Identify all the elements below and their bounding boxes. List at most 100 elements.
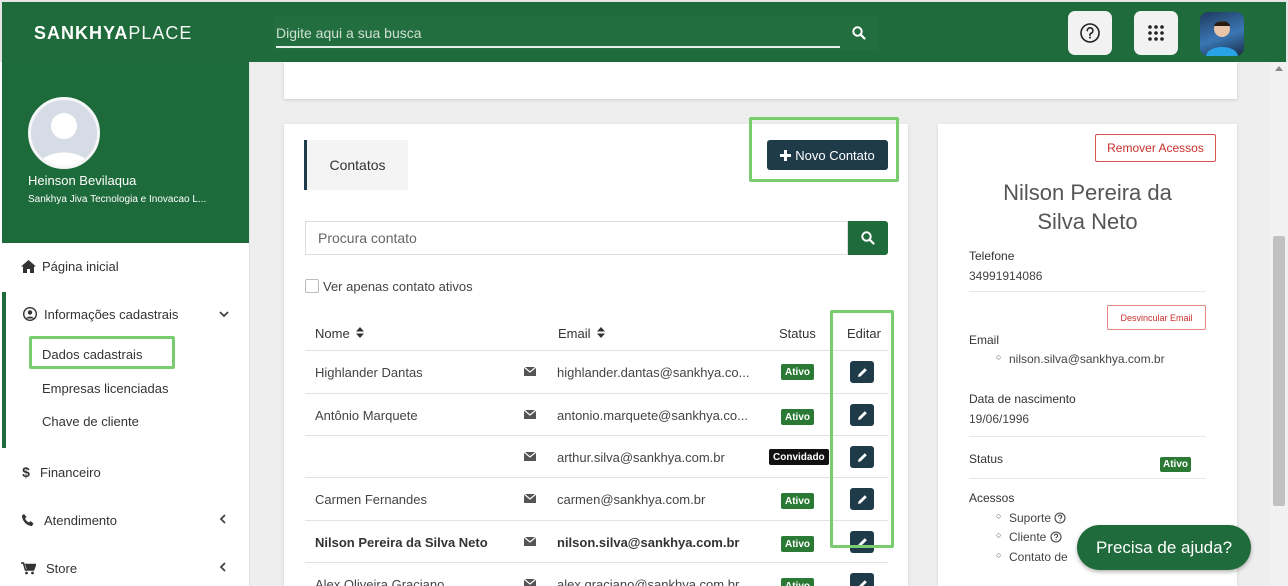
sidebar-item-label: Informações cadastrais [44, 306, 179, 322]
sidebar: Heinson Bevilaqua Sankhya Jiva Tecnologi… [0, 62, 250, 586]
global-search [274, 16, 878, 50]
sort-icon [356, 327, 365, 338]
birth-value: 19/06/1996 [969, 412, 1030, 426]
question-circle-icon[interactable] [1054, 512, 1066, 524]
cart-icon [20, 560, 36, 576]
home-icon [20, 258, 36, 274]
access-item-label: Contato de [1009, 550, 1068, 564]
submenu-empresas-licenciadas[interactable]: Empresas licenciadas [42, 381, 168, 396]
chevron-left-icon [219, 513, 226, 527]
edit-button[interactable] [850, 573, 874, 586]
status-badge: Ativo [781, 409, 814, 425]
status-badge: Ativo [781, 578, 814, 586]
table-row[interactable]: Alex Oliveira Graciano alex.graciano@san… [305, 562, 888, 586]
active-only-checkbox[interactable] [305, 279, 319, 293]
contact-name: Carmen Fernandes [315, 492, 427, 507]
remove-access-button[interactable]: Remover Acessos [1095, 134, 1216, 162]
dollar-icon: $ [22, 464, 30, 480]
contact-search-button[interactable] [848, 221, 888, 255]
tab-contatos[interactable]: Contatos [304, 140, 408, 190]
page-scrollbar[interactable] [1270, 62, 1288, 586]
status-badge: Ativo [1160, 457, 1191, 472]
profile-panel: Heinson Bevilaqua Sankhya Jiva Tecnologi… [2, 62, 249, 243]
status-badge: Ativo [781, 493, 814, 509]
profile-company: Sankhya Jiva Tecnologia e Inovacao L... [28, 194, 207, 205]
status-badge: Convidado [769, 449, 829, 465]
sidebar-item-label: Financeiro [40, 464, 101, 480]
phone-icon [20, 512, 36, 528]
status-label: Status [969, 452, 1004, 466]
sidebar-item-informacoes[interactable]: Informações cadastrais [0, 294, 249, 334]
contact-name: Highlander Dantas [315, 365, 423, 380]
column-email-label: Email [558, 326, 591, 341]
sidebar-item-label: Atendimento [44, 512, 117, 528]
info-card [284, 62, 1237, 99]
search-icon [861, 231, 875, 245]
scrollbar-thumb[interactable] [1273, 236, 1285, 506]
email-label: Email [969, 333, 1000, 347]
status-badge: Ativo [781, 536, 814, 552]
user-circle-icon [22, 306, 38, 322]
phone-label: Telefone [969, 249, 1015, 263]
table-row[interactable]: Carmen Fernandes carmen@sankhya.com.br A… [305, 477, 888, 519]
global-search-input[interactable] [276, 20, 840, 48]
access-item: Suporte [996, 511, 1066, 525]
sidebar-item-home[interactable]: Página inicial [0, 246, 249, 286]
access-label: Acessos [969, 491, 1015, 505]
search-icon[interactable] [844, 20, 874, 46]
help-circle-icon[interactable] [1068, 11, 1112, 55]
contact-search-input[interactable]: Procura contato [305, 221, 848, 255]
divider [969, 478, 1206, 479]
sidebar-item-atendimento[interactable]: Atendimento [0, 500, 249, 540]
contact-email: alex.graciano@sankhya.com.br [557, 577, 740, 586]
sidebar-item-label: Página inicial [42, 258, 119, 274]
email-value: nilson.silva@sankhya.com.br [996, 352, 1165, 366]
envelope-icon [523, 409, 537, 419]
status-badge: Ativo [781, 364, 814, 380]
contact-name: Antônio Marquete [315, 408, 418, 423]
access-item-label: Suporte [1009, 511, 1052, 525]
sort-icon [597, 327, 606, 338]
contact-email: arthur.silva@sankhya.com.br [557, 450, 725, 465]
detail-name-line: Nilson Pereira da [1003, 180, 1172, 205]
divider [969, 291, 1206, 292]
envelope-icon [523, 451, 537, 461]
table-row[interactable]: Antônio Marquete antonio.marquete@sankhy… [305, 393, 888, 435]
chevron-down-icon [219, 307, 229, 321]
question-circle-icon[interactable] [1050, 531, 1062, 543]
table-row[interactable]: arthur.silva@sankhya.com.br Convidado [305, 435, 888, 477]
birth-label: Data de nascimento [969, 392, 1076, 406]
envelope-icon [523, 493, 537, 503]
scroll-up-arrow-icon[interactable] [1275, 66, 1283, 71]
highlight-box [29, 336, 175, 369]
table-row[interactable]: Highlander Dantas highlander.dantas@sank… [305, 350, 888, 392]
highlight-box [830, 310, 894, 548]
contact-name: Alex Oliveira Graciano [315, 577, 445, 586]
apps-grid-icon[interactable] [1134, 11, 1178, 55]
sankhya-place-logo[interactable]: SANKHYAPLACE [34, 23, 192, 44]
user-avatar[interactable] [1200, 12, 1244, 56]
column-header-status: Status [779, 326, 816, 341]
sidebar-item-store[interactable]: Store [0, 548, 249, 586]
profile-name: Heinson Bevilaqua [28, 173, 137, 188]
envelope-icon [523, 366, 537, 376]
sidebar-item-financeiro[interactable]: $ Financeiro [0, 452, 249, 492]
access-item: Contato de [996, 550, 1068, 564]
envelope-icon [523, 536, 537, 546]
access-item: Cliente [996, 530, 1062, 544]
unlink-email-button[interactable]: Desvincular Email [1107, 305, 1206, 330]
submenu-chave-de-cliente[interactable]: Chave de cliente [42, 414, 139, 429]
column-header-name[interactable]: Nome [315, 326, 365, 341]
envelope-icon [523, 578, 537, 586]
help-chat-button[interactable]: Precisa de ajuda? [1077, 525, 1251, 570]
highlight-box [749, 117, 899, 182]
phone-value: 34991914086 [969, 269, 1043, 283]
contact-detail-card: Remover Acessos Nilson Pereira da Silva … [938, 124, 1237, 586]
column-name-label: Nome [315, 326, 350, 341]
contact-detail-name: Nilson Pereira da Silva Neto [938, 178, 1237, 236]
pencil-icon [858, 579, 867, 586]
table-row[interactable]: Nilson Pereira da Silva Neto nilson.silv… [305, 520, 888, 562]
column-header-email[interactable]: Email [558, 326, 606, 341]
sidebar-item-label: Store [46, 560, 78, 576]
active-only-label: Ver apenas contato ativos [323, 279, 473, 294]
